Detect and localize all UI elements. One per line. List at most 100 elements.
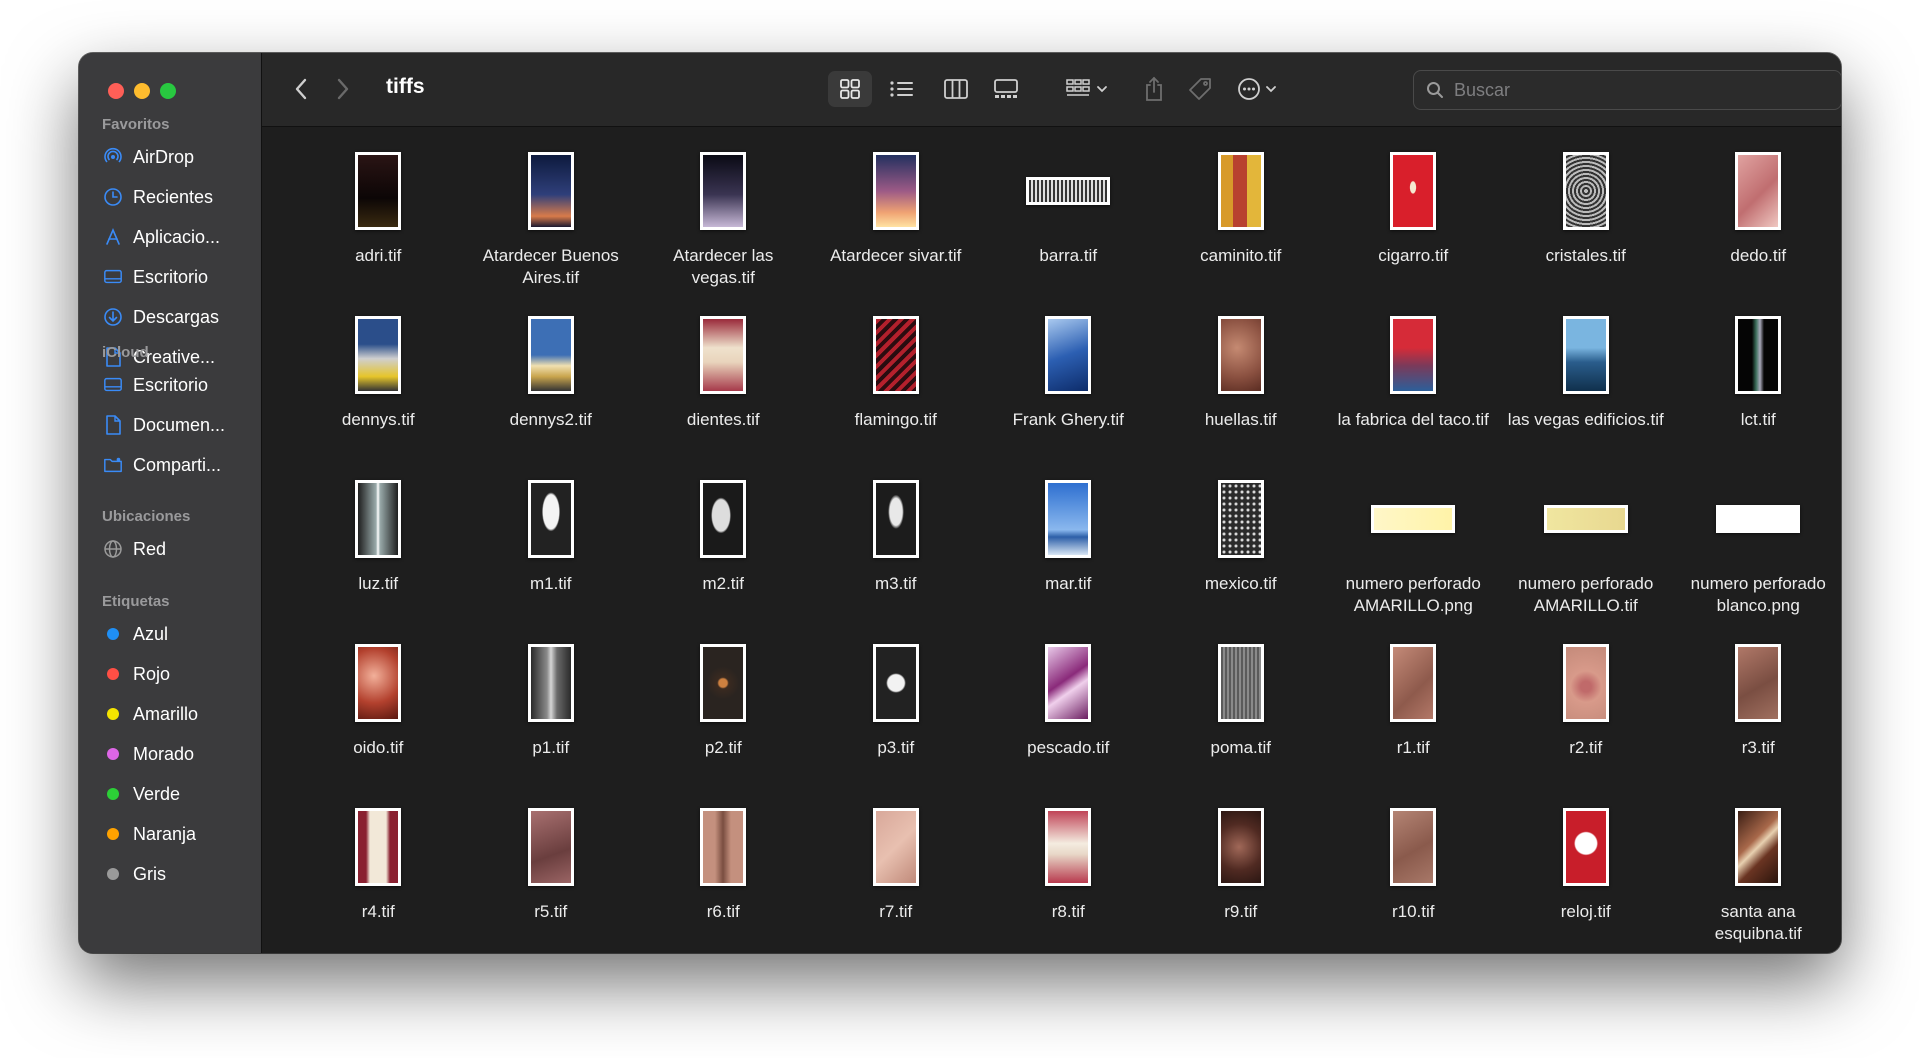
file-item[interactable]: poma.tif [1155,637,1328,801]
file-item[interactable]: Atardecer las vegas.tif [637,145,810,309]
file-name: santa ana esquibna.tif [1714,902,1802,943]
file-item[interactable]: las vegas edificios.tif [1500,309,1673,473]
list-view-button[interactable] [880,71,924,107]
file-item[interactable]: Atardecer Buenos Aires.tif [465,145,638,309]
file-item[interactable]: r6.tif [637,801,810,953]
file-item[interactable]: la fabrica del taco.tif [1327,309,1500,473]
gallery-view-button[interactable] [984,71,1028,107]
thumbnail-image [1220,483,1261,555]
close-window-button[interactable] [108,83,124,99]
tag-color-dot [107,748,119,760]
share-button[interactable] [1136,71,1172,107]
file-item[interactable]: mar.tif [982,473,1155,637]
forward-button[interactable] [328,71,358,107]
file-item[interactable]: r9.tif [1155,801,1328,953]
sidebar-tag-gris[interactable]: Gris [79,854,261,894]
file-name: mar.tif [1045,574,1092,593]
action-menu-button[interactable] [1232,71,1282,107]
file-item[interactable]: m3.tif [810,473,983,637]
file-item[interactable]: r3.tif [1672,637,1841,801]
file-item[interactable]: adri.tif [292,145,465,309]
search-field[interactable] [1413,70,1841,110]
file-item[interactable]: luz.tif [292,473,465,637]
sidebar-item-icloud-comparti[interactable]: Comparti... [79,445,261,485]
file-item[interactable]: p2.tif [637,637,810,801]
file-item[interactable]: oido.tif [292,637,465,801]
sidebar-item-fav-aplicacio[interactable]: Aplicacio... [79,217,261,257]
file-thumbnail [355,644,402,722]
sidebar-tag-morado[interactable]: Morado [79,734,261,774]
file-item[interactable]: dientes.tif [637,309,810,473]
file-thumbnail-area [1363,637,1463,729]
sidebar-item-fav-recientes[interactable]: Recientes [79,177,261,217]
file-item[interactable]: m1.tif [465,473,638,637]
search-input[interactable] [1452,78,1816,102]
file-thumbnail-area [1363,473,1463,565]
file-item[interactable]: mexico.tif [1155,473,1328,637]
sidebar-item-fav-airdrop[interactable]: AirDrop [79,137,261,177]
sidebar-item-icloud-escritorio[interactable]: Escritorio [79,365,261,405]
file-name: p3.tif [877,738,915,757]
list-view-icon [890,81,913,97]
file-item[interactable]: pescado.tif [982,637,1155,801]
file-thumbnail-area [1018,637,1118,729]
column-view-button[interactable] [934,71,978,107]
file-item[interactable]: r10.tif [1327,801,1500,953]
file-thumbnail [1735,152,1782,230]
file-name: cigarro.tif [1378,246,1449,265]
thumbnail-image [1048,483,1089,555]
file-item[interactable]: numero perforado AMARILLO.png [1327,473,1500,637]
file-item[interactable]: r1.tif [1327,637,1500,801]
file-item[interactable]: r2.tif [1500,637,1673,801]
file-item[interactable]: p1.tif [465,637,638,801]
gallery-view-icon [994,79,1018,98]
file-item[interactable]: barra.tif [982,145,1155,309]
file-item[interactable]: r7.tif [810,801,983,953]
minimize-window-button[interactable] [134,83,150,99]
sidebar-tag-amarillo[interactable]: Amarillo [79,694,261,734]
icon-view-button[interactable] [828,71,872,107]
file-thumbnail-area [1536,637,1636,729]
file-item[interactable]: reloj.tif [1500,801,1673,953]
back-button[interactable] [286,71,316,107]
file-item[interactable]: r8.tif [982,801,1155,953]
sidebar-item-fav-escritorio[interactable]: Escritorio [79,257,261,297]
file-item[interactable]: dedo.tif [1672,145,1841,309]
file-item[interactable]: santa ana esquibna.tif [1672,801,1841,953]
zoom-window-button[interactable] [160,83,176,99]
file-thumbnail [1217,480,1264,558]
sidebar-item-fav-descargas[interactable]: Descargas [79,297,261,337]
file-item[interactable]: dennys.tif [292,309,465,473]
file-item[interactable]: numero perforado blanco.png [1672,473,1841,637]
thumbnail-image [1220,319,1261,391]
file-item[interactable]: cristales.tif [1500,145,1673,309]
group-by-button[interactable] [1062,71,1112,107]
file-item[interactable]: cigarro.tif [1327,145,1500,309]
file-item[interactable]: m2.tif [637,473,810,637]
sidebar-item-loc-red[interactable]: Red [79,529,261,569]
file-item[interactable]: dennys2.tif [465,309,638,473]
sidebar-tag-label: Morado [133,743,195,764]
file-item[interactable]: r4.tif [292,801,465,953]
sidebar-item-icloud-documen[interactable]: Documen... [79,405,261,445]
thumbnail-image [358,647,399,719]
sidebar-tag-azul[interactable]: Azul [79,614,261,654]
file-item[interactable]: Frank Ghery.tif [982,309,1155,473]
file-item[interactable]: p3.tif [810,637,983,801]
sidebar-tag-naranja[interactable]: Naranja [79,814,261,854]
file-thumbnail-area [846,473,946,565]
file-item[interactable]: huellas.tif [1155,309,1328,473]
file-thumbnail-area [673,473,773,565]
file-item[interactable]: r5.tif [465,801,638,953]
column-view-icon [944,79,968,99]
file-item[interactable]: numero perforado AMARILLO.tif [1500,473,1673,637]
file-item[interactable]: lct.tif [1672,309,1841,473]
sidebar-tag-rojo[interactable]: Rojo [79,654,261,694]
file-name: luz.tif [358,574,399,593]
tag-button[interactable] [1182,71,1218,107]
file-item[interactable]: Atardecer sivar.tif [810,145,983,309]
sidebar-tag-verde[interactable]: Verde [79,774,261,814]
file-item[interactable]: caminito.tif [1155,145,1328,309]
file-thumbnail-area [846,801,946,893]
file-item[interactable]: flamingo.tif [810,309,983,473]
